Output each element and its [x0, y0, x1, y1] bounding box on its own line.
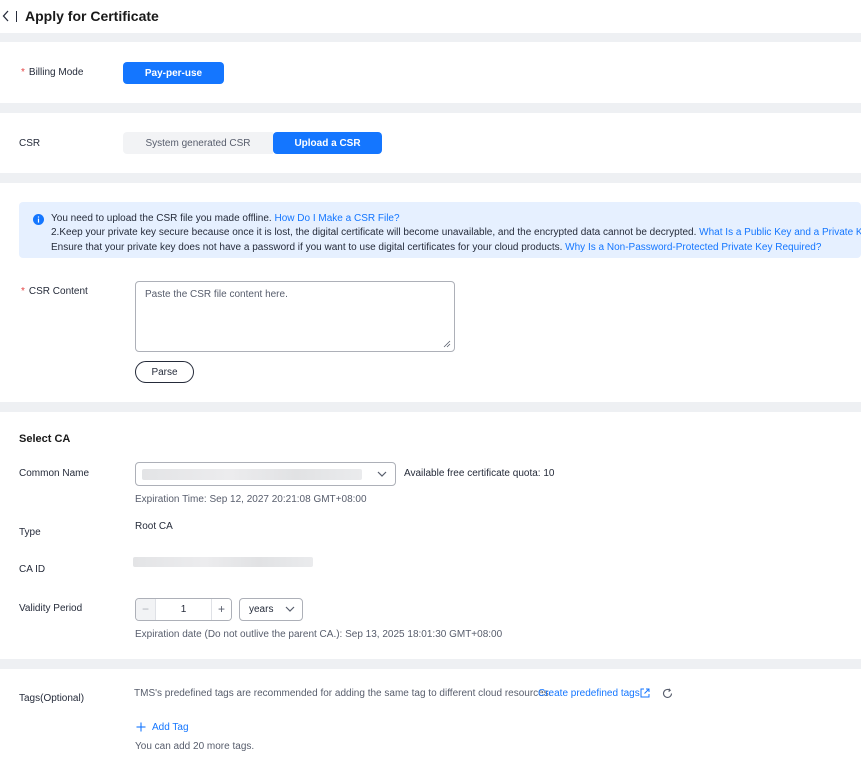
- add-tag-button[interactable]: Add Tag: [152, 722, 189, 733]
- pay-per-use-button[interactable]: Pay-per-use: [123, 62, 224, 84]
- csr-label: CSR: [19, 138, 41, 149]
- csr-content-label: * CSR Content: [21, 286, 88, 297]
- tags-section: Tags(Optional) TMS's predefined tags are…: [0, 669, 861, 759]
- upload-csr-option[interactable]: Upload a CSR: [273, 132, 382, 154]
- back-arrow-icon[interactable]: [2, 10, 11, 22]
- csr-section: CSR System generated CSR Upload a CSR: [0, 113, 861, 173]
- decrement-button[interactable]: −: [136, 599, 155, 620]
- chevron-down-icon: [377, 471, 387, 477]
- parse-button[interactable]: Parse: [135, 361, 194, 383]
- tags-hint: TMS's predefined tags are recommended fo…: [134, 688, 552, 699]
- redacted-value: [142, 469, 362, 480]
- select-ca-section: Select CA Common Name Available free cer…: [0, 412, 861, 659]
- type-value: Root CA: [135, 521, 173, 532]
- remaining-tags-text: You can add 20 more tags.: [135, 741, 255, 752]
- page-header: Apply for Certificate: [0, 0, 861, 33]
- type-label: Type: [19, 527, 41, 538]
- chevron-down-icon: [285, 606, 295, 612]
- validity-stepper: − +: [135, 598, 232, 621]
- ca-expiration-time: Expiration Time: Sep 12, 2027 20:21:08 G…: [135, 494, 367, 505]
- billing-mode-section: * Billing Mode Pay-per-use: [0, 42, 861, 103]
- csr-file-help-link[interactable]: How Do I Make a CSR File?: [275, 213, 400, 224]
- required-mark: *: [21, 67, 25, 78]
- create-predefined-tags-link[interactable]: Create predefined tags: [538, 688, 640, 699]
- validity-period-label: Validity Period: [19, 603, 83, 614]
- csr-content-textarea[interactable]: [135, 281, 455, 352]
- notice-banner: You need to upload the CSR file you made…: [19, 202, 861, 258]
- common-name-select[interactable]: [135, 462, 396, 486]
- ca-id-value-redacted: [133, 557, 313, 567]
- resize-handle-icon[interactable]: [443, 340, 451, 348]
- notice-line-3: Ensure that your private key does not ha…: [51, 242, 822, 253]
- public-private-key-link[interactable]: What Is a Public Key and a Private Key?: [699, 227, 861, 238]
- system-generated-csr-option[interactable]: System generated CSR: [123, 132, 273, 154]
- notice-line-1: You need to upload the CSR file you made…: [51, 213, 400, 224]
- plus-icon[interactable]: [136, 722, 146, 732]
- notice-line-2: 2.Keep your private key secure because o…: [51, 227, 861, 238]
- validity-expiration-date: Expiration date (Do not outlive the pare…: [135, 629, 503, 640]
- validity-unit-value: years: [249, 604, 274, 615]
- free-quota-text: Available free certificate quota: 10: [404, 468, 555, 479]
- increment-button[interactable]: +: [212, 599, 231, 620]
- common-name-label: Common Name: [19, 468, 90, 479]
- page-title: Apply for Certificate: [25, 8, 159, 24]
- validity-unit-select[interactable]: years: [239, 598, 303, 621]
- tags-label: Tags(Optional): [19, 693, 85, 704]
- refresh-icon[interactable]: [662, 688, 673, 699]
- external-link-icon[interactable]: [640, 688, 650, 698]
- header-divider: [16, 11, 17, 22]
- non-password-key-link[interactable]: Why Is a Non-Password-Protected Private …: [565, 242, 821, 253]
- ca-id-label: CA ID: [19, 564, 46, 575]
- validity-input[interactable]: [155, 599, 212, 620]
- csr-content-section: You need to upload the CSR file you made…: [0, 183, 861, 402]
- info-icon: [33, 214, 44, 225]
- required-mark: *: [21, 286, 25, 297]
- select-ca-title: Select CA: [19, 433, 71, 445]
- billing-mode-label: * Billing Mode: [21, 67, 84, 78]
